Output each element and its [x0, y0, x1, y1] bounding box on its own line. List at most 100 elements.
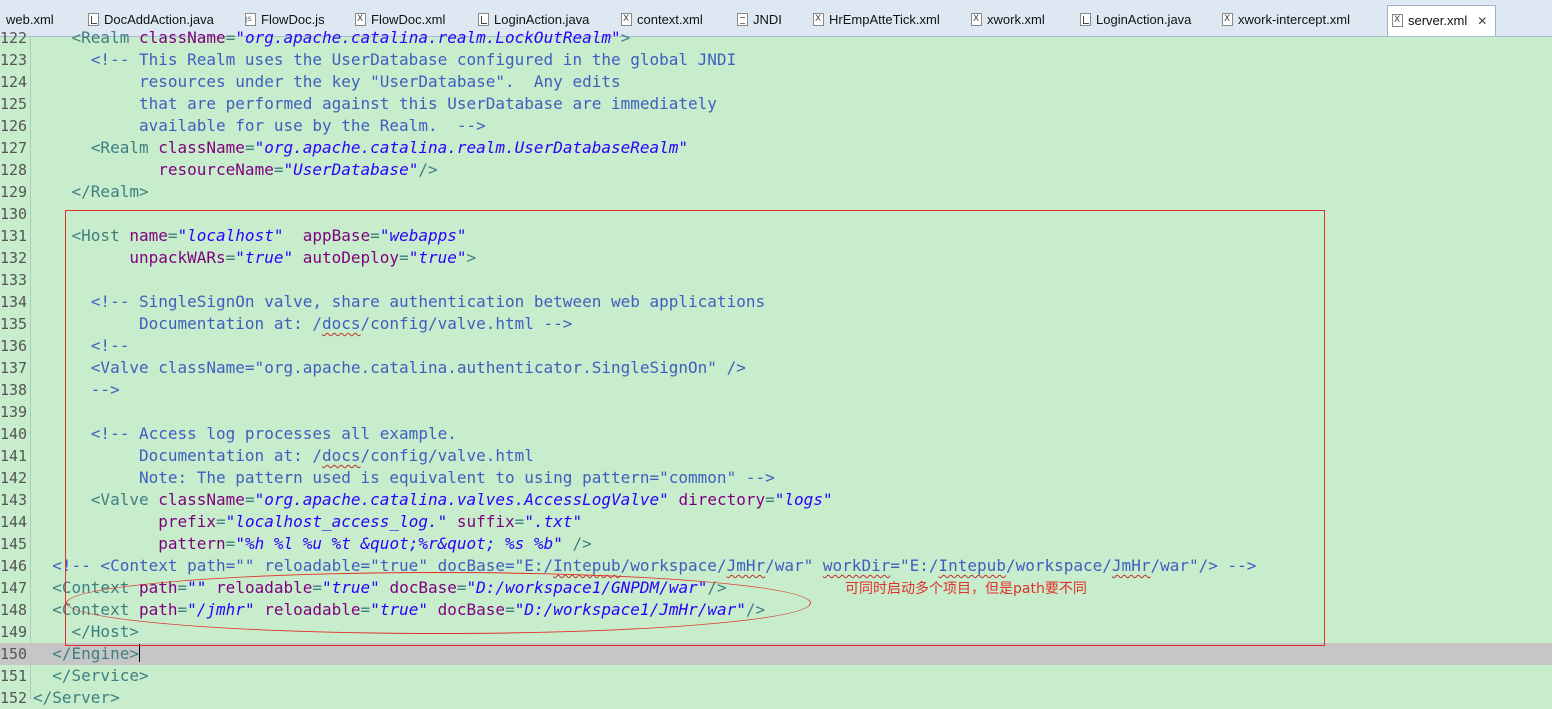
code-token: "true"	[370, 600, 428, 619]
code-line[interactable]: 139	[0, 401, 1552, 423]
code-line[interactable]: 130	[0, 203, 1552, 225]
code-token: available for use by the Realm. -->	[33, 116, 486, 135]
tab-label: DocAddAction.java	[104, 12, 214, 27]
code-token: =	[514, 512, 525, 531]
code-token: docs	[321, 446, 361, 465]
xml-file-icon	[971, 13, 982, 26]
code-token: appBase	[302, 226, 371, 245]
code-token: <Realm	[33, 138, 159, 157]
code-line[interactable]: 135 Documentation at: /docs/config/valve…	[0, 313, 1552, 335]
code-text: <Realm className="org.apache.catalina.re…	[33, 27, 631, 49]
java-file-icon	[1080, 13, 1091, 26]
code-text: <Valve className="org.apache.catalina.va…	[33, 489, 833, 511]
code-text: that are performed against this UserData…	[33, 93, 717, 115]
xml-file-icon	[621, 13, 632, 26]
code-token: autoDeploy	[302, 248, 400, 267]
code-line[interactable]: 144 prefix="localhost_access_log." suffi…	[0, 511, 1552, 533]
code-token: path	[138, 578, 178, 597]
code-token: /config/valve.html -->	[360, 314, 573, 333]
code-editor[interactable]: 122 <Realm className="org.apache.catalin…	[0, 27, 1552, 709]
code-text: <Context path="" reloadable="true" docBa…	[33, 577, 727, 599]
code-token: "true"	[408, 248, 467, 267]
code-line[interactable]: 128 resourceName="UserDatabase"/>	[0, 159, 1552, 181]
code-token: docBase	[389, 578, 457, 597]
line-number: 131	[0, 227, 28, 245]
line-number: 133	[0, 271, 28, 289]
code-text: </Engine>	[33, 643, 140, 665]
code-line[interactable]: 146 <!-- <Context path="" reloadable="tr…	[0, 555, 1552, 577]
line-number: 138	[0, 381, 28, 399]
code-line[interactable]: 151 </Service>	[0, 665, 1552, 687]
code-token: docs	[321, 314, 361, 333]
code-token: >	[620, 28, 631, 47]
code-token: </Service>	[33, 666, 149, 685]
code-line[interactable]: 132 unpackWARs="true" autoDeploy="true">	[0, 247, 1552, 269]
code-token: <!-- <Context path="" reloadable="true" …	[33, 556, 554, 575]
code-token: /config/valve.html	[360, 446, 534, 465]
code-line[interactable]: 142 Note: The pattern used is equivalent…	[0, 467, 1552, 489]
code-token: =	[360, 600, 371, 619]
line-number: 147	[0, 579, 28, 597]
code-line[interactable]: 125 that are performed against this User…	[0, 93, 1552, 115]
line-number: 130	[0, 205, 28, 223]
code-line[interactable]: 122 <Realm className="org.apache.catalin…	[0, 27, 1552, 49]
code-line[interactable]: 147 <Context path="" reloadable="true" d…	[0, 577, 1552, 599]
code-text: resourceName="UserDatabase"/>	[33, 159, 437, 181]
code-line[interactable]: 124 resources under the key "UserDatabas…	[0, 71, 1552, 93]
code-line[interactable]: 141 Documentation at: /docs/config/valve…	[0, 445, 1552, 467]
code-token: =	[167, 226, 178, 245]
code-token: "/jmhr"	[187, 600, 255, 619]
code-token: =	[244, 490, 255, 509]
code-token: />	[745, 600, 766, 619]
tab-label: xwork-intercept.xml	[1238, 12, 1350, 27]
code-line[interactable]: 136 <!--	[0, 335, 1552, 357]
code-line[interactable]: 134 <!-- SingleSignOn valve, share authe…	[0, 291, 1552, 313]
code-token: Documentation at: /	[33, 446, 322, 465]
tab-label: LoginAction.java	[494, 12, 590, 27]
code-token: "%h %l %u %t &quot;%r&quot; %s %b"	[235, 534, 563, 553]
code-line[interactable]: 131 <Host name="localhost" appBase="weba…	[0, 225, 1552, 247]
code-line[interactable]: 143 <Valve className="org.apache.catalin…	[0, 489, 1552, 511]
code-token: ".txt"	[524, 512, 583, 531]
code-line[interactable]: 133	[0, 269, 1552, 291]
code-line[interactable]: 149 </Host>	[0, 621, 1552, 643]
code-line[interactable]: 127 <Realm className="org.apache.catalin…	[0, 137, 1552, 159]
code-token: />	[707, 578, 727, 597]
code-token: ""	[187, 578, 207, 597]
java-file-icon	[478, 13, 489, 26]
code-token: </Host>	[33, 622, 139, 641]
code-line[interactable]: 129 </Realm>	[0, 181, 1552, 203]
code-line[interactable]: 152 </Server>	[0, 687, 1552, 709]
code-line[interactable]: 138 -->	[0, 379, 1552, 401]
code-token: <!-- This Realm uses the UserDatabase co…	[33, 50, 737, 69]
code-line[interactable]: 150 </Engine>	[0, 643, 1552, 665]
code-text: prefix="localhost_access_log." suffix=".…	[33, 511, 582, 533]
code-token: reloadable	[216, 578, 313, 597]
code-line[interactable]: 126 available for use by the Realm. -->	[0, 115, 1552, 137]
code-line[interactable]: 140 <!-- Access log processes all exampl…	[0, 423, 1552, 445]
line-number: 149	[0, 623, 28, 641]
code-token: "localhost"	[177, 226, 284, 245]
close-tab-icon[interactable]: ✕	[1477, 14, 1487, 28]
code-text: -->	[33, 379, 120, 401]
code-line[interactable]: 145 pattern="%h %l %u %t &quot;%r&quot; …	[0, 533, 1552, 555]
code-token: =	[225, 534, 236, 553]
code-token: workDir	[822, 556, 891, 575]
code-line[interactable]: 137 <Valve className="org.apache.catalin…	[0, 357, 1552, 379]
line-number: 124	[0, 73, 28, 91]
line-number: 144	[0, 513, 28, 531]
tab-label: FlowDoc.xml	[371, 12, 446, 27]
code-token: className	[158, 490, 245, 509]
code-token: docBase	[437, 600, 506, 619]
code-token: "org.apache.catalina.realm.UserDatabaseR…	[254, 138, 689, 157]
code-line[interactable]: 123 <!-- This Realm uses the UserDatabas…	[0, 49, 1552, 71]
line-number: 123	[0, 51, 28, 69]
code-line[interactable]: 148 <Context path="/jmhr" reloadable="tr…	[0, 599, 1552, 621]
code-token: =	[456, 578, 467, 597]
code-token: pattern	[158, 534, 226, 553]
